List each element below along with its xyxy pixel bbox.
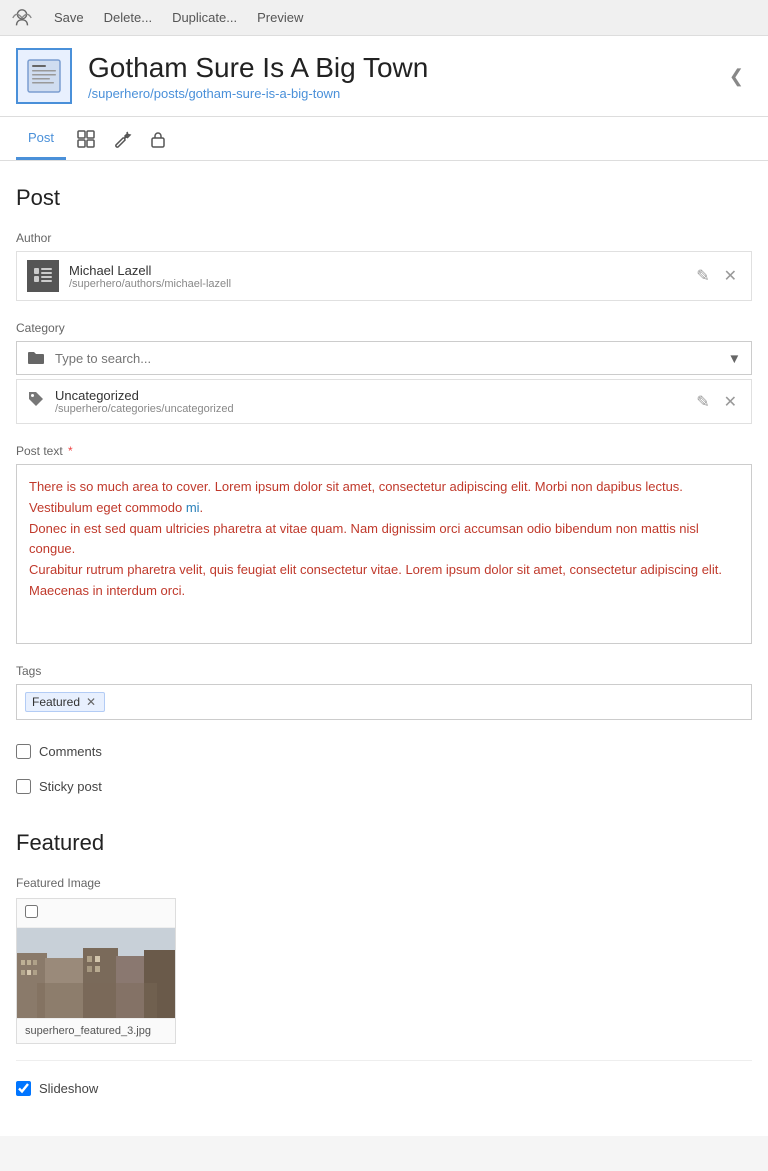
wrench-icon-button[interactable] xyxy=(106,123,138,155)
post-text-content[interactable]: There is so much area to cover. Lorem ip… xyxy=(16,464,752,644)
author-row: Michael Lazell /superhero/authors/michae… xyxy=(16,251,752,301)
tab-post[interactable]: Post xyxy=(16,117,66,160)
featured-image-checkbox-area xyxy=(17,899,175,928)
post-section-title: Post xyxy=(16,185,752,211)
save-button[interactable]: Save xyxy=(46,6,92,29)
category-search-row: ▼ xyxy=(16,341,752,375)
tags-field-group: Tags Featured ✕ xyxy=(16,664,752,720)
post-icon xyxy=(16,48,72,104)
slideshow-checkbox[interactable] xyxy=(16,1081,31,1096)
category-folder-icon xyxy=(17,342,55,374)
grid-icon-button[interactable] xyxy=(70,123,102,155)
lock-icon-button[interactable] xyxy=(142,123,174,155)
slideshow-checkbox-row: Slideshow xyxy=(16,1077,752,1100)
author-remove-button[interactable]: ✕ xyxy=(720,264,741,288)
toolbar: Save Delete... Duplicate... Preview xyxy=(0,0,768,36)
main-content: Post Author Michael Lazell /superhero/au… xyxy=(0,161,768,1136)
tag-label: Featured xyxy=(32,695,80,709)
category-tag-icon xyxy=(27,390,45,413)
featured-image-select-checkbox[interactable] xyxy=(25,905,38,918)
author-label: Author xyxy=(16,231,752,245)
category-label: Category xyxy=(16,321,752,335)
collapse-button[interactable]: ❮ xyxy=(721,62,752,91)
comments-checkbox[interactable] xyxy=(16,744,31,759)
category-name: Uncategorized xyxy=(55,388,682,403)
url-slug: gotham-sure-is-a-big-town xyxy=(188,86,340,101)
preview-button[interactable]: Preview xyxy=(249,6,311,29)
category-url: /superhero/categories/uncategorized xyxy=(55,403,682,415)
category-edit-button[interactable]: ✎ xyxy=(692,390,713,414)
page-title: Gotham Sure Is A Big Town xyxy=(88,51,705,85)
header-info: Gotham Sure Is A Big Town /superhero/pos… xyxy=(88,51,705,102)
category-remove-button[interactable]: ✕ xyxy=(720,390,741,414)
page-header: Gotham Sure Is A Big Town /superhero/pos… xyxy=(0,36,768,117)
category-actions: ✎ ✕ xyxy=(692,390,741,414)
comments-label[interactable]: Comments xyxy=(39,744,102,759)
post-text-label: Post text * xyxy=(16,444,752,458)
tags-container[interactable]: Featured ✕ xyxy=(16,684,752,720)
category-row: Uncategorized /superhero/categories/unca… xyxy=(16,379,752,424)
tags-label: Tags xyxy=(16,664,752,678)
featured-section: Featured Featured Image xyxy=(16,830,752,1100)
featured-section-title: Featured xyxy=(16,830,752,856)
category-field-group: Category ▼ Uncategorized /superhero/cate… xyxy=(16,321,752,424)
featured-image-filename: superhero_featured_3.jpg xyxy=(17,1018,175,1043)
category-search-input[interactable] xyxy=(55,343,718,374)
category-dropdown-button[interactable]: ▼ xyxy=(718,343,751,374)
delete-button[interactable]: Delete... xyxy=(96,6,160,29)
url-prefix: /superhero/posts/ xyxy=(88,86,188,101)
author-edit-button[interactable]: ✎ xyxy=(692,264,713,288)
tag-remove-button[interactable]: ✕ xyxy=(84,695,98,709)
featured-image-label: Featured Image xyxy=(16,876,752,890)
post-text-field-group: Post text * There is so much area to cov… xyxy=(16,444,752,644)
author-field-group: Author Michael Lazell /superhero/authors… xyxy=(16,231,752,301)
divider xyxy=(16,1060,752,1061)
sticky-post-checkbox-row: Sticky post xyxy=(16,775,752,798)
tag-featured: Featured ✕ xyxy=(25,692,105,712)
slideshow-label[interactable]: Slideshow xyxy=(39,1081,98,1096)
author-avatar xyxy=(27,260,59,292)
author-name: Michael Lazell xyxy=(69,263,682,278)
sticky-post-label[interactable]: Sticky post xyxy=(39,779,102,794)
author-info: Michael Lazell /superhero/authors/michae… xyxy=(69,263,682,290)
sticky-post-checkbox[interactable] xyxy=(16,779,31,794)
author-url: /superhero/authors/michael-lazell xyxy=(69,278,682,290)
featured-image-container: superhero_featured_3.jpg xyxy=(16,898,176,1044)
header-url: /superhero/posts/gotham-sure-is-a-big-to… xyxy=(88,86,705,101)
duplicate-button[interactable]: Duplicate... xyxy=(164,6,245,29)
app-logo xyxy=(10,6,34,30)
subnav: Post xyxy=(0,117,768,161)
category-info: Uncategorized /superhero/categories/unca… xyxy=(55,388,682,415)
required-asterisk: * xyxy=(65,444,73,458)
featured-image xyxy=(17,928,175,1018)
comments-checkbox-row: Comments xyxy=(16,740,752,763)
author-actions: ✎ ✕ xyxy=(692,264,741,288)
